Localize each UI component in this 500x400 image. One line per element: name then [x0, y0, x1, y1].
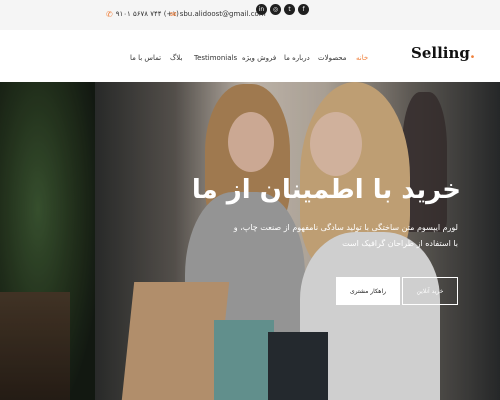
twitter-icon[interactable]: t [284, 4, 295, 15]
hero-description: لورم ایپسوم متن ساختگی با تولید سادگی نا… [233, 223, 458, 248]
nav-item-contact[interactable]: تماس با ما [130, 54, 161, 62]
nav-item-blog[interactable]: بلاگ [170, 54, 182, 62]
social-links: in ◎ t f [256, 4, 309, 15]
instagram-icon[interactable]: ◎ [270, 4, 281, 15]
phone-icon: ✆ [106, 9, 113, 19]
linkedin-icon[interactable]: in [256, 4, 267, 15]
nav-item-about[interactable]: درباره ما [284, 54, 310, 62]
hero-title: خرید با اطمینان از ما [191, 175, 461, 205]
facebook-icon[interactable]: f [298, 4, 309, 15]
navbar: Selling. خانه محصولات درباره ما فروش ویژ… [0, 30, 500, 82]
main-nav: خانه محصولات درباره ما فروش ویژه Testimo… [0, 54, 500, 64]
nav-item-products[interactable]: محصولات [318, 54, 347, 62]
online-shopping-button[interactable]: خرید آنلاین [402, 277, 458, 305]
nav-item-testimonials[interactable]: Testimonials [194, 54, 237, 62]
email-address: sbu.alidoost@gmail.com [179, 10, 266, 18]
topbar: ✆ ۹۱۰۱ ۵۶۷۸ ۷۴۴ (+۱) ✉ sbu.alidoost@gmai… [0, 0, 500, 30]
envelope-icon: ✉ [170, 9, 177, 19]
email-contact[interactable]: ✉ sbu.alidoost@gmail.com [170, 8, 266, 20]
phone-contact[interactable]: ✆ ۹۱۰۱ ۵۶۷۸ ۷۴۴ (+۱) [106, 8, 179, 20]
nav-item-special-sale[interactable]: فروش ویژه [242, 54, 276, 62]
nav-item-home[interactable]: خانه [356, 54, 368, 62]
customer-solution-button[interactable]: راهکار مشتری [336, 277, 400, 305]
